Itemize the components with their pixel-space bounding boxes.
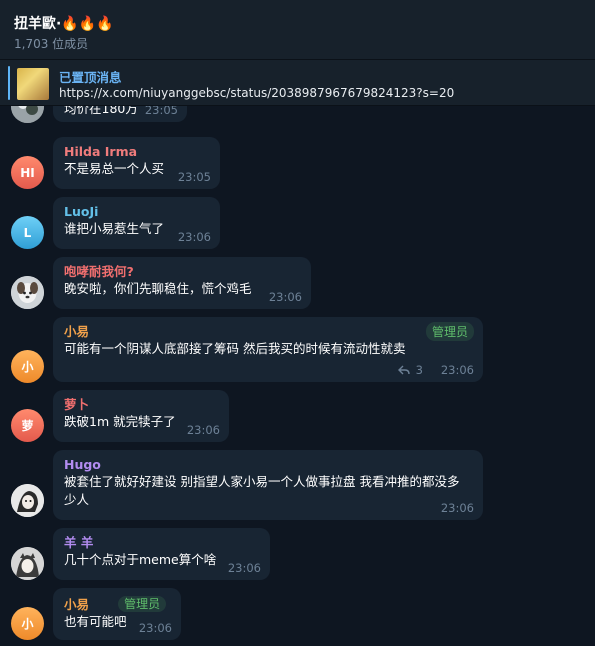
avatar[interactable] <box>11 484 44 517</box>
message-bubble[interactable]: LuoJi 谁把小易惹生气了 23:06 <box>53 197 220 249</box>
member-count: 1,703 位成员 <box>14 37 89 51</box>
message-time: 23:06 <box>227 561 261 575</box>
message-text: 可能有一个阴谋人底部接了筹码 然后我买的时候有流动性就卖 <box>64 341 406 356</box>
pinned-thumbnail <box>17 68 49 100</box>
message-text: 被套住了就好好建设 别指望人家小易一个人做事拉盘 我看冲推的都没多少人 <box>64 474 460 507</box>
message-bubble[interactable]: 咆哮耐我何? 晚安啦，你们先聊稳住，慌个鸡毛 23:06 <box>53 257 311 309</box>
author-name[interactable]: 羊 羊 <box>64 534 259 551</box>
message-bubble[interactable]: 均价在180万 23:05 <box>53 106 187 122</box>
avatar[interactable]: 萝 <box>11 409 44 442</box>
message-text: 晚安啦，你们先聊稳住，慌个鸡毛 <box>64 281 252 296</box>
message-time: 23:05 <box>177 170 211 184</box>
pinned-indicator <box>8 66 10 100</box>
admin-badge: 管理员 <box>118 596 167 612</box>
avatar[interactable] <box>11 276 44 309</box>
message-bubble[interactable]: Hugo 被套住了就好好建设 别指望人家小易一个人做事拉盘 我看冲推的都没多少人… <box>53 450 483 520</box>
chat-title: 扭羊歐·🔥🔥🔥 <box>14 16 114 32</box>
reply-count[interactable]: 3 <box>397 363 423 377</box>
pinned-message-bar[interactable]: 已置顶消息 https://x.com/niuyanggebsc/status/… <box>0 60 595 106</box>
message-list[interactable]: 均价在180万 23:05 HI Hilda Irma 不是易总一个人买 23:… <box>0 106 595 646</box>
reply-arrow-icon <box>397 365 410 375</box>
message-time: 23:06 <box>268 290 302 304</box>
message-time: 23:06 <box>440 501 474 515</box>
pinned-link[interactable]: https://x.com/niuyanggebsc/status/203898… <box>59 86 454 100</box>
admin-badge: 管理员 <box>425 322 474 341</box>
author-name[interactable]: Hilda Irma <box>64 143 209 160</box>
message-time: 23:06 <box>138 621 172 635</box>
message-bubble[interactable]: 萝卜 跌破1m 就完犊子了 23:06 <box>53 390 229 442</box>
message-bubble[interactable]: 小易 管理员 也有可能吧 23:06 <box>53 588 181 640</box>
message-bubble[interactable]: Hilda Irma 不是易总一个人买 23:05 <box>53 137 220 189</box>
reply-count-value: 3 <box>415 363 423 377</box>
author-name[interactable]: Hugo <box>64 456 472 473</box>
author-name[interactable]: 小易 <box>64 323 472 340</box>
avatar[interactable] <box>11 547 44 580</box>
message-time: 23:06 <box>177 230 211 244</box>
message-bubble[interactable]: 羊 羊 几十个点对于meme算个啥 23:06 <box>53 528 270 580</box>
avatar[interactable] <box>11 106 44 123</box>
avatar[interactable]: L <box>11 216 44 249</box>
chat-header[interactable]: 扭羊歐·🔥🔥🔥 1,703 位成员 <box>0 0 595 60</box>
message-time: 23:06 <box>440 363 474 377</box>
message-time: 23:06 <box>186 423 220 437</box>
message-bubble[interactable]: 小易 管理员 可能有一个阴谋人底部接了筹码 然后我买的时候有流动性就卖 3 23… <box>53 317 483 382</box>
avatar[interactable]: 小 <box>11 350 44 383</box>
avatar[interactable]: 小 <box>11 607 44 640</box>
author-name[interactable]: 咆哮耐我何? <box>64 263 300 280</box>
message-text: 均价在180万 <box>64 106 138 116</box>
author-name[interactable]: LuoJi <box>64 203 209 220</box>
message-time: 23:05 <box>144 106 178 117</box>
author-name[interactable]: 小易 <box>64 597 89 612</box>
pinned-label: 已置顶消息 <box>59 70 122 85</box>
avatar[interactable]: HI <box>11 156 44 189</box>
author-name[interactable]: 萝卜 <box>64 396 218 413</box>
